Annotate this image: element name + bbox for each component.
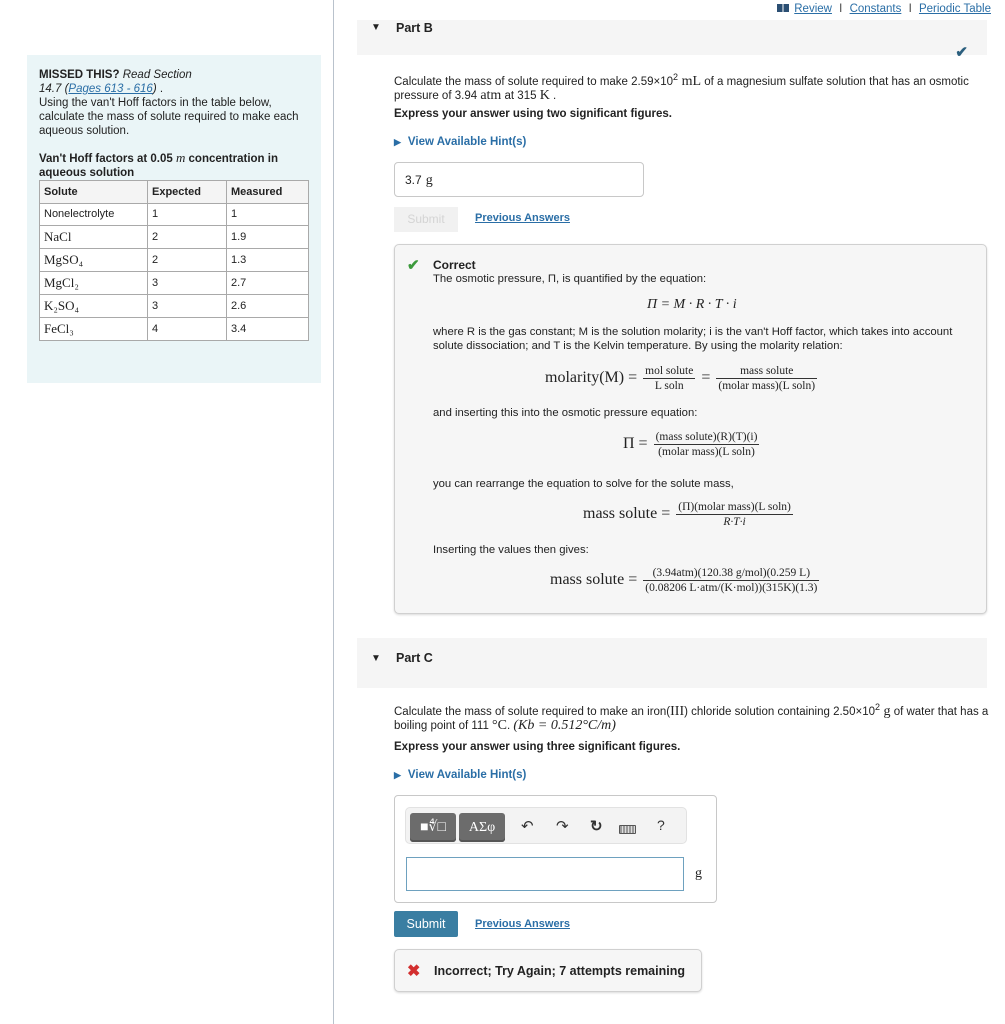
part-c-answer-area: ■∜□ ΑΣφ ↶ ↷ ↻ ? g bbox=[394, 795, 717, 903]
table-header-row: Solute Expected Measured bbox=[39, 180, 309, 204]
part-b-question: Calculate the mass of solute required to… bbox=[394, 72, 969, 103]
expected-cell: 2 bbox=[147, 248, 227, 272]
reset-icon[interactable]: ↻ bbox=[590, 817, 603, 835]
part-b-submit-button[interactable]: Submit bbox=[394, 207, 458, 232]
table-row: MgCl₂ 3 2.7 bbox=[39, 271, 309, 295]
separator: I bbox=[839, 3, 843, 15]
expected-cell: 4 bbox=[147, 317, 227, 341]
pages-link[interactable]: Pages 613 - 616 bbox=[68, 83, 152, 95]
expand-triangle-icon: ▶ bbox=[394, 770, 401, 780]
help-icon[interactable]: ? bbox=[657, 817, 665, 833]
answer-unit: g bbox=[695, 866, 702, 881]
header-measured: Measured bbox=[226, 180, 309, 204]
equation-mass-solute: mass solute = (Π)(molar mass)(L soln) R·T… bbox=[583, 501, 793, 528]
feedback-line-1: The osmotic pressure, Π, is quantified b… bbox=[433, 273, 707, 285]
part-c-submit-button[interactable]: Submit bbox=[394, 911, 458, 937]
measured-cell: 1.9 bbox=[226, 225, 309, 249]
table-row: NaCl 2 1.9 bbox=[39, 225, 309, 249]
review-link[interactable]: Review bbox=[794, 3, 832, 15]
redo-icon[interactable]: ↷ bbox=[556, 817, 569, 835]
incorrect-feedback-box: ✖ Incorrect; Try Again; 7 attempts remai… bbox=[394, 949, 702, 992]
feedback-line-5: Inserting the values then gives: bbox=[433, 544, 589, 556]
part-b-title: Part B bbox=[396, 21, 433, 35]
check-icon: ✔ bbox=[955, 44, 968, 61]
vant-hoff-table: Solute Expected Measured Nonelectrolyte … bbox=[39, 180, 309, 341]
part-c-hint-link[interactable]: ▶ View Available Hint(s) bbox=[394, 769, 526, 781]
solute-cell: MgSO₄ bbox=[39, 248, 148, 272]
table-title: Van't Hoff factors at 0.05 m concentrati… bbox=[39, 150, 278, 180]
undo-icon[interactable]: ↶ bbox=[521, 817, 534, 835]
solute-cell: MgCl₂ bbox=[39, 271, 148, 295]
book-icon bbox=[777, 4, 790, 12]
equation-osmotic: Π = M · R · T · i bbox=[647, 297, 737, 312]
periodic-table-link[interactable]: Periodic Table bbox=[919, 3, 991, 15]
feedback-line-2: where R is the gas constant; M is the so… bbox=[433, 326, 953, 352]
part-c-header[interactable]: ▼ Part C bbox=[357, 638, 987, 688]
expected-cell: 3 bbox=[147, 271, 227, 295]
part-c-sig-figs: Express your answer using three signific… bbox=[394, 741, 681, 753]
table-row: MgSO₄ 2 1.3 bbox=[39, 248, 309, 272]
panel-divider[interactable] bbox=[333, 0, 334, 1024]
instructions: Using the van't Hoff factors in the tabl… bbox=[39, 97, 299, 137]
part-b-previous-answers-link[interactable]: Previous Answers bbox=[475, 212, 570, 224]
part-c-title: Part C bbox=[396, 651, 433, 665]
solute-cell: Nonelectrolyte bbox=[39, 202, 148, 226]
table-row: Nonelectrolyte 1 1 bbox=[39, 202, 309, 226]
separator: I bbox=[908, 3, 912, 15]
expand-triangle-icon: ▶ bbox=[394, 137, 401, 147]
feedback-line-3: and inserting this into the osmotic pres… bbox=[433, 407, 698, 419]
equation-molarity: molarity(M) = mol solute L soln = mass so… bbox=[545, 365, 818, 392]
collapse-triangle-icon[interactable]: ▼ bbox=[371, 653, 381, 664]
constants-link[interactable]: Constants bbox=[850, 3, 902, 15]
correct-check-icon: ✔ bbox=[407, 257, 420, 274]
expected-cell: 3 bbox=[147, 294, 227, 318]
missed-this-text: MISSED THIS? Read Section 14.7 (Pages 613… bbox=[39, 69, 299, 137]
feedback-title: Correct bbox=[433, 258, 476, 272]
expected-cell: 1 bbox=[147, 202, 227, 226]
equation-osmotic-substituted: Π = (mass solute)(R)(T)(i) (molar mass)(L… bbox=[623, 431, 760, 458]
answer-value: 3.7 bbox=[405, 173, 422, 187]
part-b-header[interactable]: ▼ Part B bbox=[357, 20, 987, 55]
collapse-triangle-icon[interactable]: ▼ bbox=[371, 22, 381, 33]
measured-cell: 1.3 bbox=[226, 248, 309, 272]
measured-cell: 3.4 bbox=[226, 317, 309, 341]
table-row: K₂SO₄ 3 2.6 bbox=[39, 294, 309, 318]
templates-button[interactable]: ■∜□ bbox=[410, 813, 456, 842]
header-expected: Expected bbox=[147, 180, 227, 204]
header-solute: Solute bbox=[39, 180, 148, 204]
measured-cell: 1 bbox=[226, 202, 309, 226]
incorrect-feedback-text: Incorrect; Try Again; 7 attempts remaini… bbox=[434, 964, 685, 978]
answer-unit: g bbox=[425, 173, 433, 188]
missed-label: MISSED THIS? bbox=[39, 69, 120, 81]
part-c-previous-answers-link[interactable]: Previous Answers bbox=[475, 918, 570, 930]
part-b-answer-field[interactable]: 3.7 g bbox=[394, 162, 644, 197]
part-b-hint-link[interactable]: ▶ View Available Hint(s) bbox=[394, 136, 526, 148]
missed-this-panel: MISSED THIS? Read Section 14.7 (Pages 613… bbox=[27, 55, 321, 383]
part-c-question: Calculate the mass of solute required to… bbox=[394, 702, 989, 733]
correct-feedback-box: ✔ Correct The osmotic pressure, Π, is qu… bbox=[394, 244, 987, 614]
solute-cell: NaCl bbox=[39, 225, 148, 249]
equation-mass-solute-values: mass solute = (3.94atm)(120.38 g/mol)(0.… bbox=[550, 567, 820, 594]
expected-cell: 2 bbox=[147, 225, 227, 249]
top-links: Review I Constants I Periodic Table bbox=[777, 3, 991, 15]
part-b-sig-figs: Express your answer using two significan… bbox=[394, 108, 672, 120]
table-row: FeCl₃ 4 3.4 bbox=[39, 317, 309, 341]
feedback-line-4: you can rearrange the equation to solve … bbox=[433, 478, 734, 490]
symbols-button[interactable]: ΑΣφ bbox=[459, 813, 505, 842]
solute-cell: FeCl₃ bbox=[39, 317, 148, 341]
incorrect-x-icon: ✖ bbox=[407, 963, 421, 980]
part-c-answer-input[interactable] bbox=[406, 857, 684, 891]
math-toolbar: ■∜□ ΑΣφ ↶ ↷ ↻ ? bbox=[405, 807, 687, 844]
measured-cell: 2.6 bbox=[226, 294, 309, 318]
measured-cell: 2.7 bbox=[226, 271, 309, 295]
solute-cell: K₂SO₄ bbox=[39, 294, 148, 318]
keyboard-icon[interactable] bbox=[619, 825, 636, 834]
